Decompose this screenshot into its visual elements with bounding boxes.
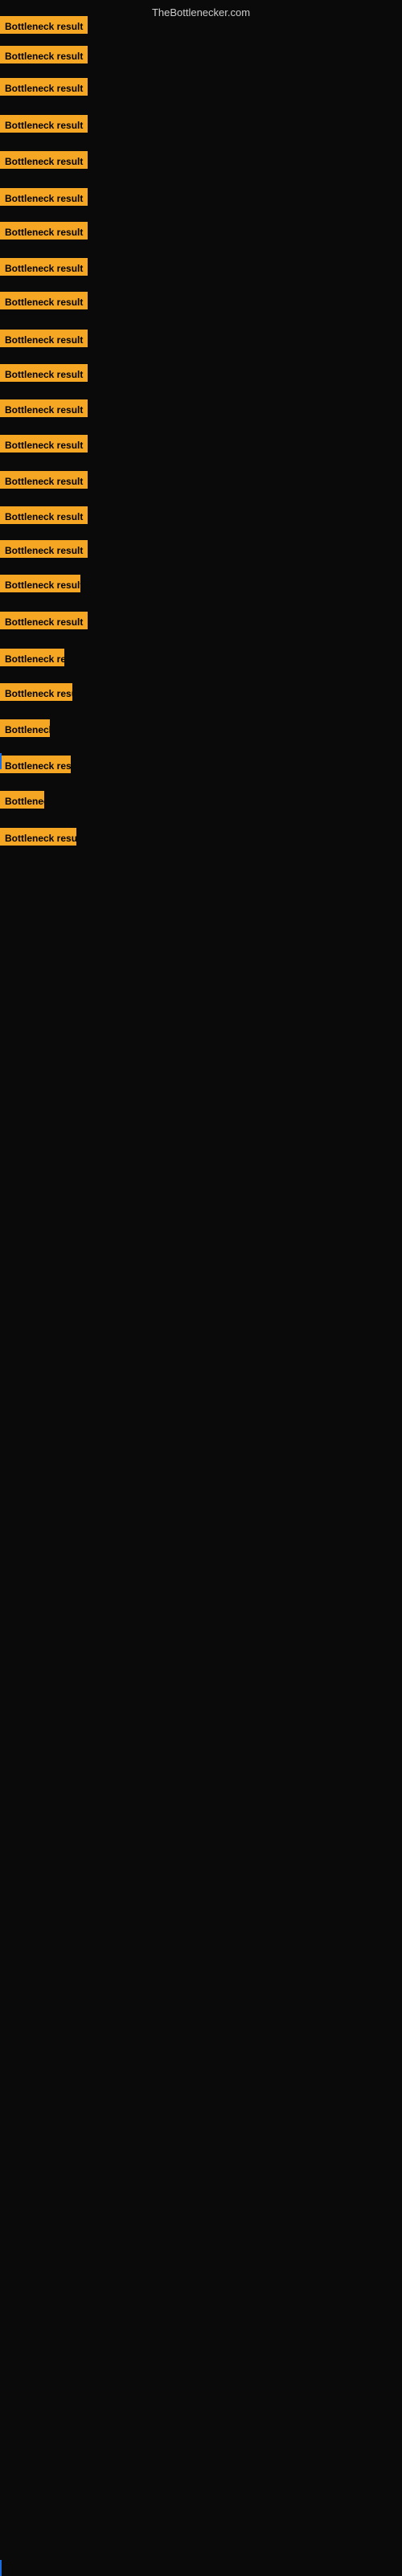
bottleneck-badge-17: Bottleneck result [0,575,80,592]
bottleneck-badge-7: Bottleneck result [0,222,88,240]
bottleneck-badge-23: Bottleneck result [0,791,44,809]
bottleneck-badge-18: Bottleneck result [0,612,88,629]
bottleneck-badge-4: Bottleneck result [0,115,88,133]
bottleneck-badge-1: Bottleneck result [0,16,88,34]
blue-line-2 [0,2560,2,2576]
bottleneck-badge-10: Bottleneck result [0,330,88,347]
bottleneck-badge-20: Bottleneck result [0,683,72,701]
bottleneck-badge-5: Bottleneck result [0,151,88,169]
bottleneck-badge-19: Bottleneck result [0,649,64,666]
bottleneck-badge-3: Bottleneck result [0,78,88,96]
bottleneck-badge-22: Bottleneck result [0,756,71,773]
bottleneck-badge-6: Bottleneck result [0,188,88,206]
bottleneck-badge-8: Bottleneck result [0,258,88,276]
bottleneck-badge-15: Bottleneck result [0,506,88,524]
bottleneck-badge-21: Bottleneck result [0,719,50,737]
bottleneck-badge-14: Bottleneck result [0,471,88,489]
bottleneck-badge-16: Bottleneck result [0,540,88,558]
bottleneck-badge-2: Bottleneck result [0,46,88,63]
bottleneck-badge-13: Bottleneck result [0,435,88,453]
bottleneck-badge-12: Bottleneck result [0,399,88,417]
bottleneck-badge-24: Bottleneck result [0,828,76,846]
blue-line-1 [0,753,2,769]
bottleneck-badge-11: Bottleneck result [0,364,88,382]
bottleneck-badge-9: Bottleneck result [0,292,88,309]
